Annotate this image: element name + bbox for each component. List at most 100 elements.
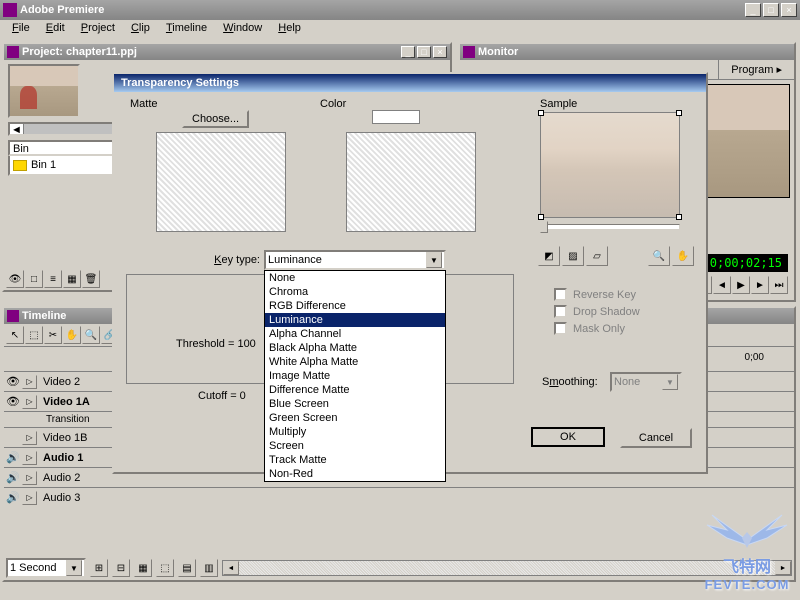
project-tool-3[interactable]: ≡ bbox=[44, 270, 62, 288]
key-type-dropdown-list[interactable]: None Chroma RGB Difference Luminance Alp… bbox=[264, 270, 446, 482]
zoom-icon[interactable]: 🔍 bbox=[648, 246, 670, 266]
drop-shadow-checkbox[interactable] bbox=[554, 305, 567, 318]
menu-window[interactable]: Window bbox=[215, 20, 270, 38]
minimize-button[interactable]: _ bbox=[745, 3, 761, 17]
sample-slider[interactable] bbox=[540, 224, 680, 230]
project-thumbnail[interactable] bbox=[8, 64, 80, 118]
key-option-track-matte[interactable]: Track Matte bbox=[265, 453, 445, 467]
reverse-key-checkbox[interactable] bbox=[554, 288, 567, 301]
track-expand-a1[interactable]: ▷ bbox=[22, 451, 37, 465]
smoothing-select[interactable]: None ▼ bbox=[610, 372, 682, 392]
key-option-black-alpha-matte[interactable]: Black Alpha Matte bbox=[265, 341, 445, 355]
sample-preview[interactable] bbox=[541, 113, 679, 217]
drop-shadow-row[interactable]: Drop Shadow bbox=[554, 305, 640, 318]
menu-timeline[interactable]: Timeline bbox=[158, 20, 215, 38]
sample-handle-br[interactable] bbox=[676, 214, 682, 220]
zoom-select[interactable]: 1 Second ▼ bbox=[6, 558, 86, 578]
choose-button[interactable]: Choose... bbox=[182, 110, 249, 128]
menu-clip[interactable]: Clip bbox=[123, 20, 158, 38]
key-option-image-matte[interactable]: Image Matte bbox=[265, 369, 445, 383]
bg-checker-icon[interactable]: ▨ bbox=[562, 246, 584, 266]
timeline-opt-6[interactable]: ▥ bbox=[200, 559, 218, 577]
project-tool-4[interactable]: ▦ bbox=[63, 270, 81, 288]
chevron-down-icon[interactable]: ▼ bbox=[426, 252, 442, 268]
key-option-non-red[interactable]: Non-Red bbox=[265, 467, 445, 481]
key-option-luminance[interactable]: Luminance bbox=[265, 313, 445, 327]
cancel-button[interactable]: Cancel bbox=[620, 428, 692, 448]
track-expand-v1b[interactable]: ▷ bbox=[22, 431, 37, 445]
project-minimize[interactable]: _ bbox=[401, 46, 415, 58]
monitor-next[interactable]: ⏭ bbox=[770, 276, 788, 294]
key-type-select[interactable]: Luminance ▼ bbox=[264, 250, 446, 270]
monitor-play[interactable]: ▶ bbox=[732, 276, 750, 294]
track-expand-a3[interactable]: ▷ bbox=[22, 491, 37, 505]
matte-preview[interactable] bbox=[156, 132, 286, 232]
key-option-rgb-difference[interactable]: RGB Difference bbox=[265, 299, 445, 313]
timeline-opt-5[interactable]: ▤ bbox=[178, 559, 196, 577]
sample-label: Sample bbox=[540, 98, 577, 110]
threshold-label: Threshold = 100 bbox=[176, 338, 256, 350]
monitor-titlebar[interactable]: Monitor bbox=[460, 44, 794, 60]
mask-only-checkbox[interactable] bbox=[554, 322, 567, 335]
key-option-multiply[interactable]: Multiply bbox=[265, 425, 445, 439]
dialog-titlebar[interactable]: Transparency Settings bbox=[114, 74, 706, 92]
ok-button[interactable]: OK bbox=[532, 428, 604, 446]
timeline-opt-4[interactable]: ⬚ bbox=[156, 559, 174, 577]
tool-range[interactable]: ⬚ bbox=[25, 326, 43, 344]
color-preview[interactable] bbox=[346, 132, 476, 232]
monitor-step-back[interactable]: ◄ bbox=[713, 276, 731, 294]
mask-only-row[interactable]: Mask Only bbox=[554, 322, 640, 335]
app-icon bbox=[3, 3, 17, 17]
menu-file[interactable]: File bbox=[4, 20, 38, 38]
color-swatch[interactable] bbox=[372, 110, 420, 124]
key-option-green-screen[interactable]: Green Screen bbox=[265, 411, 445, 425]
key-option-blue-screen[interactable]: Blue Screen bbox=[265, 397, 445, 411]
bg-image-icon[interactable]: ▱ bbox=[586, 246, 608, 266]
project-tool-5[interactable]: 🗑 bbox=[82, 270, 100, 288]
menu-edit[interactable]: Edit bbox=[38, 20, 73, 38]
monitor-transport: ⏮ ◄ ▶ ► ⏭ bbox=[694, 276, 788, 294]
project-toolbar: 👁 □ ≡ ▦ 🗑 bbox=[6, 270, 100, 288]
bg-black-white-icon[interactable]: ◩ bbox=[538, 246, 560, 266]
track-expand-a2[interactable]: ▷ bbox=[22, 471, 37, 485]
smoothing-label: Smoothing: bbox=[542, 376, 598, 388]
menubar: File Edit Project Clip Timeline Window H… bbox=[0, 20, 800, 38]
project-titlebar[interactable]: Project: chapter11.ppj _ □ × bbox=[4, 44, 450, 60]
key-option-screen[interactable]: Screen bbox=[265, 439, 445, 453]
project-maximize[interactable]: □ bbox=[417, 46, 431, 58]
timeline-icon bbox=[7, 310, 19, 322]
key-option-alpha-channel[interactable]: Alpha Channel bbox=[265, 327, 445, 341]
key-option-white-alpha-matte[interactable]: White Alpha Matte bbox=[265, 355, 445, 369]
tool-zoom[interactable]: 🔍 bbox=[82, 326, 100, 344]
key-option-chroma[interactable]: Chroma bbox=[265, 285, 445, 299]
project-tool-1[interactable]: 👁 bbox=[6, 270, 24, 288]
track-expand-v2[interactable]: ▷ bbox=[22, 375, 37, 389]
sample-handle-tr[interactable] bbox=[676, 110, 682, 116]
track-audio3[interactable]: 🔊 ▷ Audio 3 bbox=[4, 487, 794, 507]
timeline-opt-3[interactable]: ▦ bbox=[134, 559, 152, 577]
tool-razor[interactable]: ✂ bbox=[44, 326, 62, 344]
key-option-difference-matte[interactable]: Difference Matte bbox=[265, 383, 445, 397]
hand-icon[interactable]: ✋ bbox=[672, 246, 694, 266]
tool-selection[interactable]: ↖ bbox=[6, 326, 24, 344]
key-option-none[interactable]: None bbox=[265, 271, 445, 285]
reverse-key-row[interactable]: Reverse Key bbox=[554, 288, 640, 301]
sample-handle-bl[interactable] bbox=[538, 214, 544, 220]
tool-hand[interactable]: ✋ bbox=[63, 326, 81, 344]
sample-handle-tl[interactable] bbox=[538, 110, 544, 116]
monitor-step-fwd[interactable]: ► bbox=[751, 276, 769, 294]
project-tool-2[interactable]: □ bbox=[25, 270, 43, 288]
close-button[interactable]: × bbox=[781, 3, 797, 17]
matte-label: Matte bbox=[130, 98, 158, 110]
timeline-opt-1[interactable]: ⊞ bbox=[90, 559, 108, 577]
timeline-opt-2[interactable]: ⊟ bbox=[112, 559, 130, 577]
menu-help[interactable]: Help bbox=[270, 20, 309, 38]
project-close[interactable]: × bbox=[433, 46, 447, 58]
timeline-hscroll[interactable]: ◄ ► bbox=[222, 560, 792, 576]
monitor-tab-program[interactable]: Program ▸ bbox=[718, 60, 794, 79]
sample-tools-left: ◩ ▨ ▱ bbox=[538, 246, 608, 266]
timeline-footer: 1 Second ▼ ⊞ ⊟ ▦ ⬚ ▤ ▥ ◄ ► bbox=[6, 558, 792, 578]
menu-project[interactable]: Project bbox=[73, 20, 123, 38]
track-expand-v1a[interactable]: ▷ bbox=[22, 395, 37, 409]
maximize-button[interactable]: □ bbox=[763, 3, 779, 17]
